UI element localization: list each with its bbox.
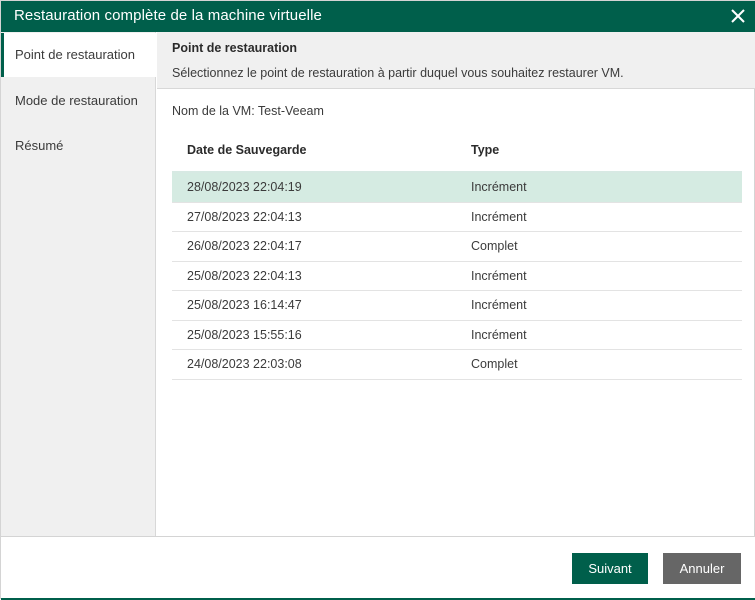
- table-row[interactable]: 25/08/2023 15:55:16 Incrément: [172, 321, 742, 350]
- vm-name-label: Nom de la VM: Test-Veeam: [172, 104, 324, 118]
- cancel-button[interactable]: Annuler: [663, 553, 741, 584]
- table-row[interactable]: 27/08/2023 22:04:13 Incrément: [172, 203, 742, 232]
- sidebar-item-label: Résumé: [15, 138, 64, 153]
- backup-date-cell: 25/08/2023 15:55:16: [187, 327, 302, 342]
- backup-date-cell: 25/08/2023 22:04:13: [187, 268, 302, 283]
- step-header: Point de restauration Sélectionnez le po…: [157, 32, 755, 89]
- table-header: Date de Sauvegarde Type: [172, 132, 742, 173]
- column-header-type[interactable]: Type: [471, 143, 499, 157]
- backup-date-cell: 26/08/2023 22:04:17: [187, 239, 302, 253]
- sidebar-item-label: Point de restauration: [15, 47, 135, 62]
- window-title: Restauration complète de la machine virt…: [14, 7, 322, 24]
- table-row[interactable]: 24/08/2023 22:03:08 Complet: [172, 350, 742, 380]
- sidebar-item-resume[interactable]: Résumé: [1, 124, 156, 168]
- sidebar-item-label: Mode de restauration: [15, 93, 138, 108]
- close-icon[interactable]: [728, 5, 748, 27]
- backup-date-cell: 28/08/2023 22:04:19: [187, 180, 302, 194]
- backup-date-cell: 25/08/2023 16:14:47: [187, 298, 302, 312]
- backup-type-cell: Incrément: [471, 268, 527, 283]
- sidebar-item-mode-de-restauration[interactable]: Mode de restauration: [1, 79, 156, 123]
- column-header-date[interactable]: Date de Sauvegarde: [187, 143, 307, 157]
- wizard-steps-sidebar: Point de restauration Mode de restaurati…: [1, 32, 157, 536]
- backup-type-cell: Complet: [471, 357, 518, 371]
- restore-wizard-window: Restauration complète de la machine virt…: [0, 0, 755, 600]
- table-row[interactable]: 28/08/2023 22:04:19 Incrément: [172, 173, 742, 203]
- step-title: Point de restauration: [172, 41, 298, 55]
- sidebar-item-point-de-restauration[interactable]: Point de restauration: [1, 33, 157, 77]
- restore-points-table: Date de Sauvegarde Type 28/08/2023 22:04…: [172, 132, 742, 380]
- next-button[interactable]: Suivant: [572, 553, 648, 584]
- table-row[interactable]: 25/08/2023 16:14:47 Incrément: [172, 291, 742, 321]
- backup-type-cell: Incrément: [471, 209, 527, 224]
- wizard-footer: Suivant Annuler: [1, 536, 755, 600]
- table-row[interactable]: 26/08/2023 22:04:17 Complet: [172, 232, 742, 262]
- title-bar: Restauration complète de la machine virt…: [1, 1, 755, 32]
- backup-type-cell: Incrément: [471, 298, 527, 312]
- step-description: Sélectionnez le point de restauration à …: [172, 66, 624, 80]
- backup-type-cell: Incrément: [471, 180, 527, 194]
- backup-type-cell: Incrément: [471, 327, 527, 342]
- backup-date-cell: 24/08/2023 22:03:08: [187, 357, 302, 371]
- backup-date-cell: 27/08/2023 22:04:13: [187, 209, 302, 224]
- backup-type-cell: Complet: [471, 239, 518, 253]
- table-row[interactable]: 25/08/2023 22:04:13 Incrément: [172, 262, 742, 291]
